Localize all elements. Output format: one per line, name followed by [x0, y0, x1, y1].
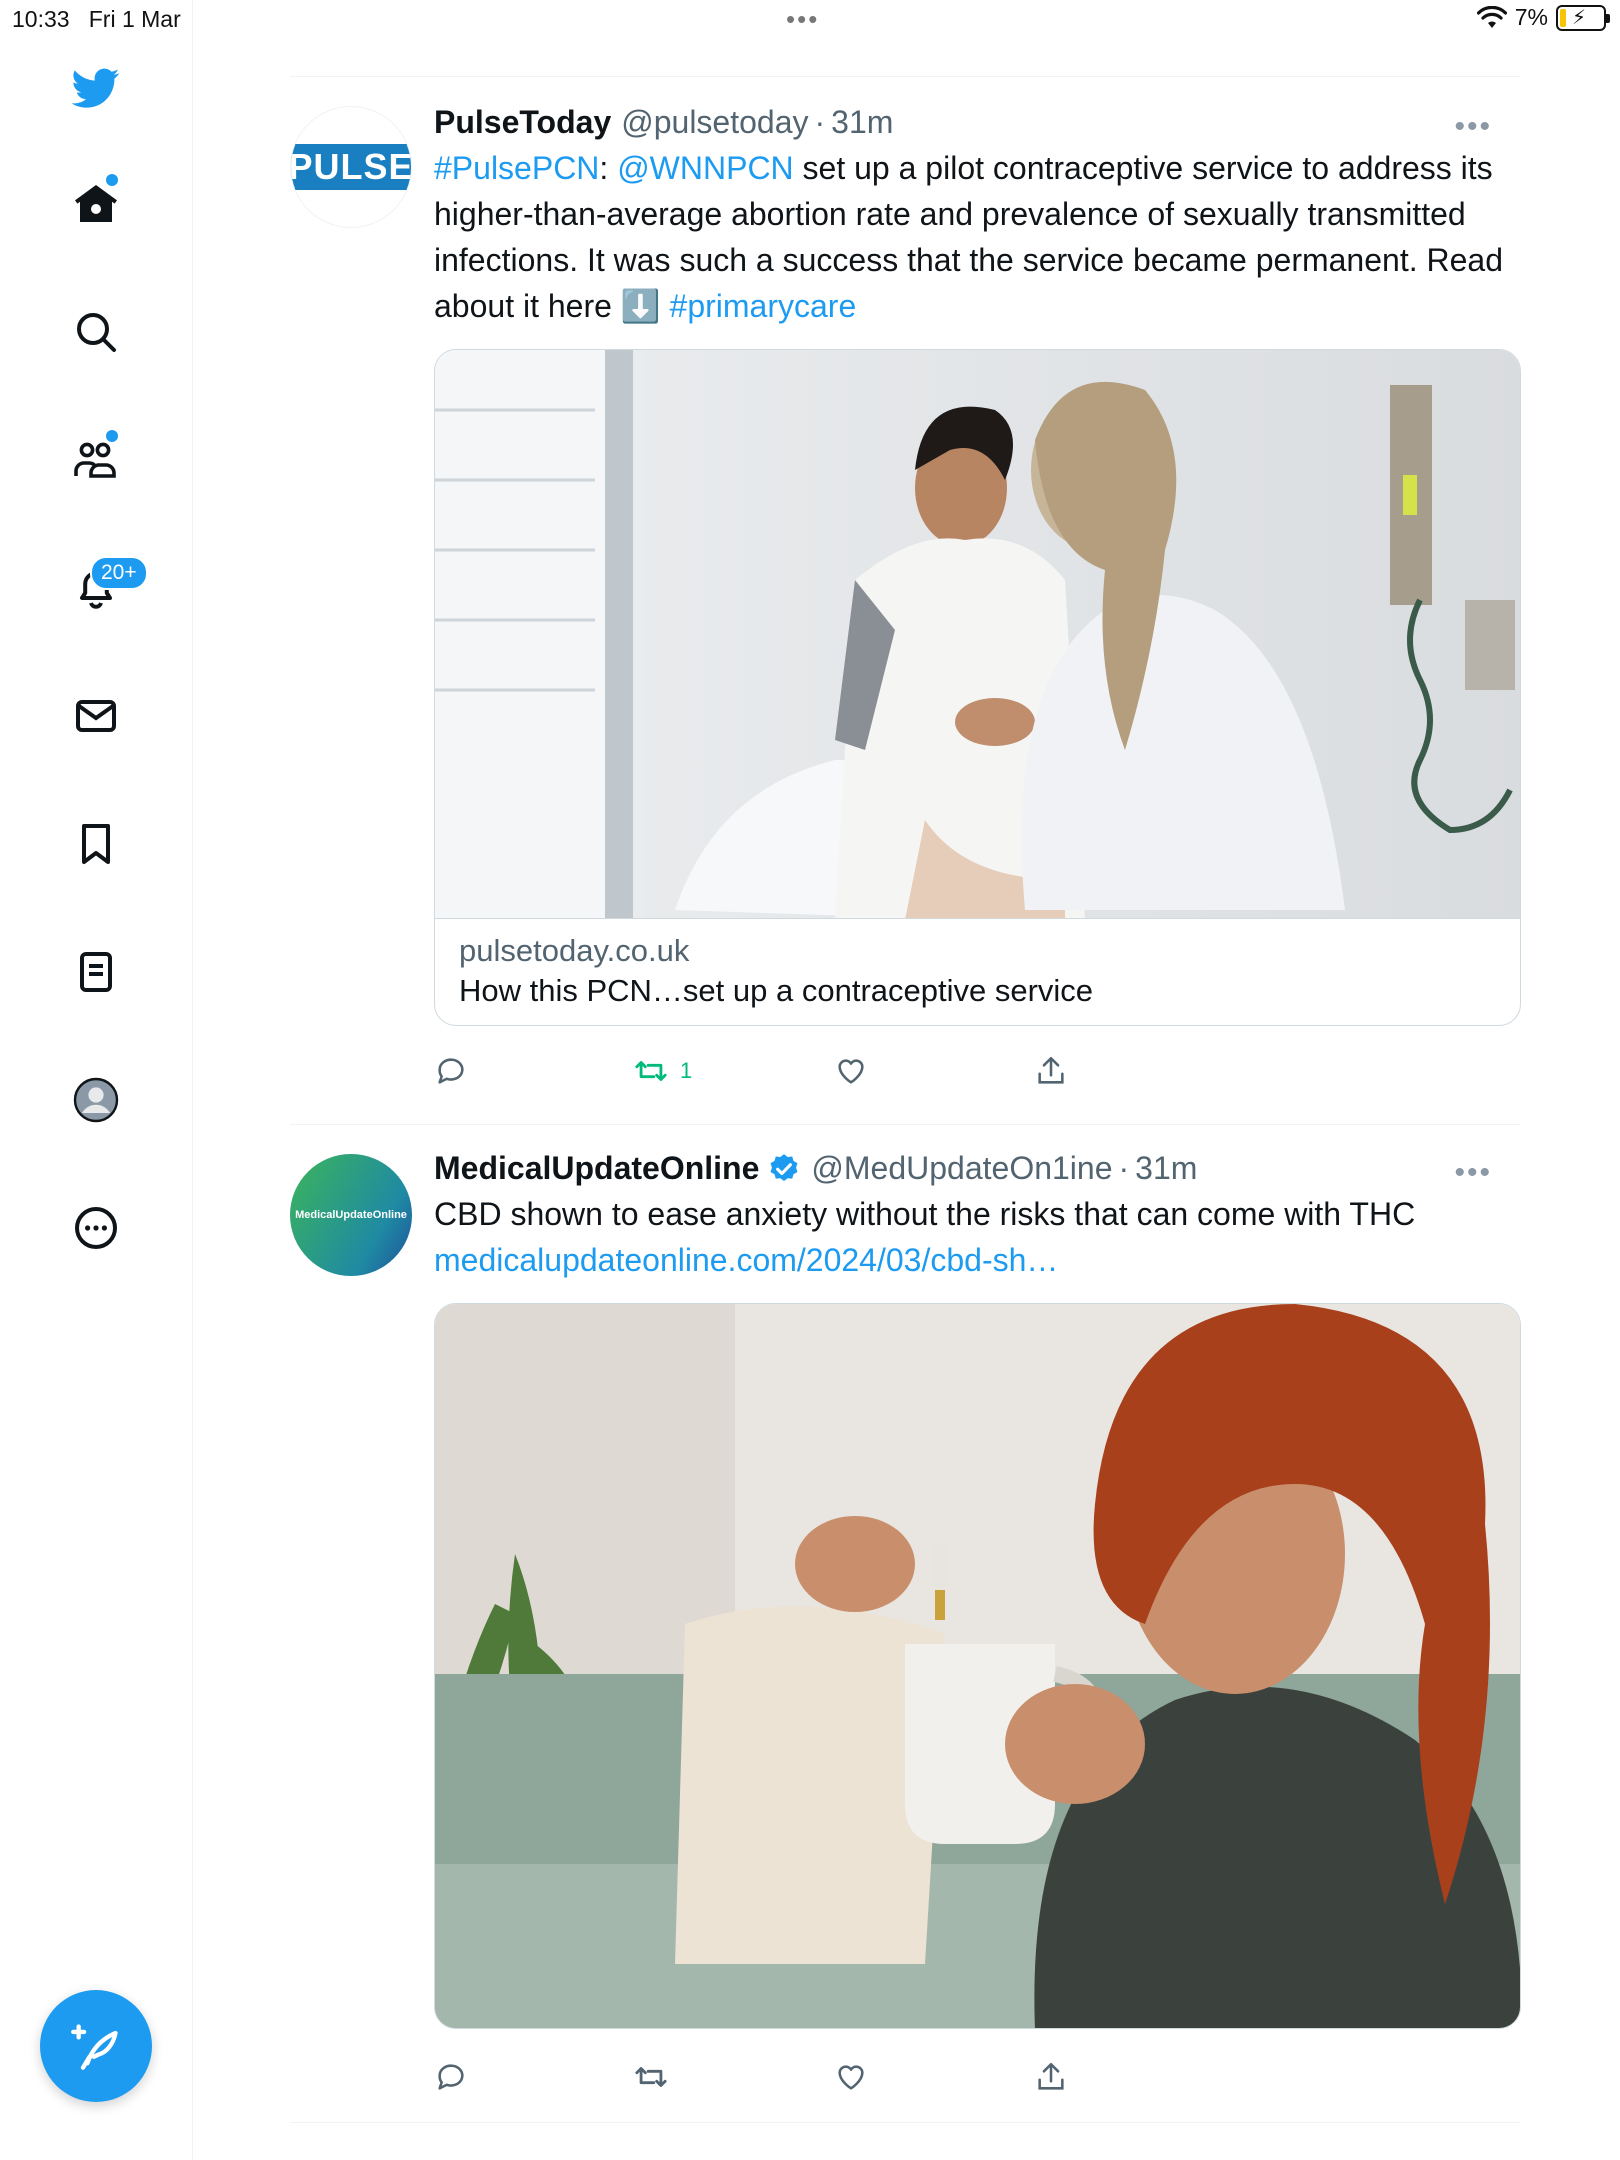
card-domain: pulsetoday.co.uk — [459, 933, 690, 968]
reply-icon — [438, 1058, 464, 1084]
retweet-count: 1 — [680, 1058, 693, 1083]
bookmark-icon[interactable] — [66, 814, 126, 874]
divider — [290, 2122, 1520, 2123]
divider — [290, 76, 1520, 77]
tweet-text: #PulsePCN: @WNNPCN set up a pilot contra… — [434, 150, 1503, 324]
home-new-dot — [106, 174, 118, 186]
reply-button[interactable] — [434, 2060, 468, 2094]
article-link[interactable]: medicalupdateonline.com/2024/03/cbd-sh… — [434, 1237, 1520, 1283]
avatar[interactable]: MedicalUpdateOnline — [290, 1154, 412, 1276]
compose-button[interactable] — [40, 1990, 152, 2102]
battery-icon: ⚡ — [1556, 4, 1610, 31]
notifications-badge: 20+ — [90, 556, 148, 590]
share-button[interactable] — [1034, 1054, 1068, 1088]
retweet-button[interactable] — [634, 2060, 668, 2094]
like-button[interactable] — [834, 1054, 868, 1088]
heart-icon — [838, 2065, 864, 2090]
compose-feather-icon — [71, 2024, 118, 2070]
card-caption: pulsetoday.co.uk How this PCN…set up a c… — [435, 918, 1520, 1025]
display-name[interactable]: PulseToday — [434, 104, 611, 141]
multitasking-dots[interactable]: ••• — [786, 4, 819, 35]
display-name[interactable]: MedicalUpdateOnline — [434, 1150, 759, 1187]
pulse-logo: PULSE — [291, 144, 411, 190]
avatar[interactable]: PULSE — [290, 106, 412, 228]
tweet-actions — [434, 2060, 1334, 2100]
verified-badge-icon — [770, 1153, 798, 1181]
link-card[interactable]: pulsetoday.co.uk How this PCN…set up a c… — [434, 349, 1521, 1026]
tweet[interactable]: MedicalUpdateOnline MedicalUpdateOnline … — [290, 1150, 1521, 2120]
twitter-bird-icon[interactable] — [66, 58, 126, 118]
divider — [290, 1124, 1520, 1125]
share-button[interactable] — [1034, 2060, 1068, 2094]
handle[interactable]: @MedUpdateOn1ine — [811, 1150, 1112, 1187]
tweet[interactable]: PULSE PulseToday @pulsetoday · 31m ••• #… — [290, 104, 1521, 1124]
battery-percent: 7% — [1514, 4, 1548, 30]
retweet-button[interactable]: 1 — [634, 1054, 692, 1088]
down-arrow-emoji: ⬇️ — [620, 288, 661, 324]
more-options-icon[interactable]: ••• — [1454, 110, 1492, 144]
tweet-header: MedicalUpdateOnline @MedUpdateOn1ine · 3… — [434, 1150, 1198, 1187]
retweet-icon — [635, 1061, 667, 1081]
handle[interactable]: @pulsetoday — [621, 104, 808, 141]
mention-link[interactable]: @WNNPCN — [617, 150, 793, 186]
status-indicators: 7% ⚡ — [1476, 4, 1610, 31]
retweet-icon — [635, 2067, 667, 2087]
heart-icon — [838, 1059, 864, 1084]
reply-icon — [438, 2064, 464, 2090]
more-options-icon[interactable]: ••• — [1454, 1156, 1492, 1190]
card-title: How this PCN…set up a contraceptive serv… — [459, 973, 1094, 1008]
timestamp[interactable]: 31m — [831, 104, 893, 141]
reply-button[interactable] — [434, 1054, 468, 1088]
tweet-header: PulseToday @pulsetoday · 31m — [434, 104, 894, 141]
tweet-actions: 1 — [434, 1054, 1334, 1094]
wifi-icon — [1476, 5, 1507, 28]
status-bar: 10:33 Fri 1 Mar ••• 7% ⚡ — [0, 0, 1620, 40]
like-button[interactable] — [834, 2060, 868, 2094]
hashtag-link[interactable]: #primarycare — [661, 288, 857, 324]
hashtag-link[interactable]: #PulsePCN — [434, 150, 599, 186]
share-icon — [1038, 2062, 1064, 2090]
tweet-photo — [435, 1304, 1520, 2028]
timestamp[interactable]: 31m — [1135, 1150, 1197, 1187]
profile-icon[interactable] — [66, 1070, 126, 1130]
search-icon[interactable] — [66, 302, 126, 362]
card-image — [435, 350, 1520, 918]
communities-new-dot — [106, 430, 118, 442]
tweet-image[interactable] — [434, 1303, 1521, 2029]
lists-icon[interactable] — [66, 942, 126, 1002]
tweet-text: CBD shown to ease anxiety without the ri… — [434, 1191, 1520, 1283]
share-icon — [1038, 1056, 1064, 1084]
sidebar: 20+ — [0, 0, 193, 2160]
avatar-logo-text: MedicalUpdateOnline — [295, 1209, 407, 1221]
mail-icon[interactable] — [66, 686, 126, 746]
more-circle-icon[interactable] — [66, 1198, 126, 1258]
